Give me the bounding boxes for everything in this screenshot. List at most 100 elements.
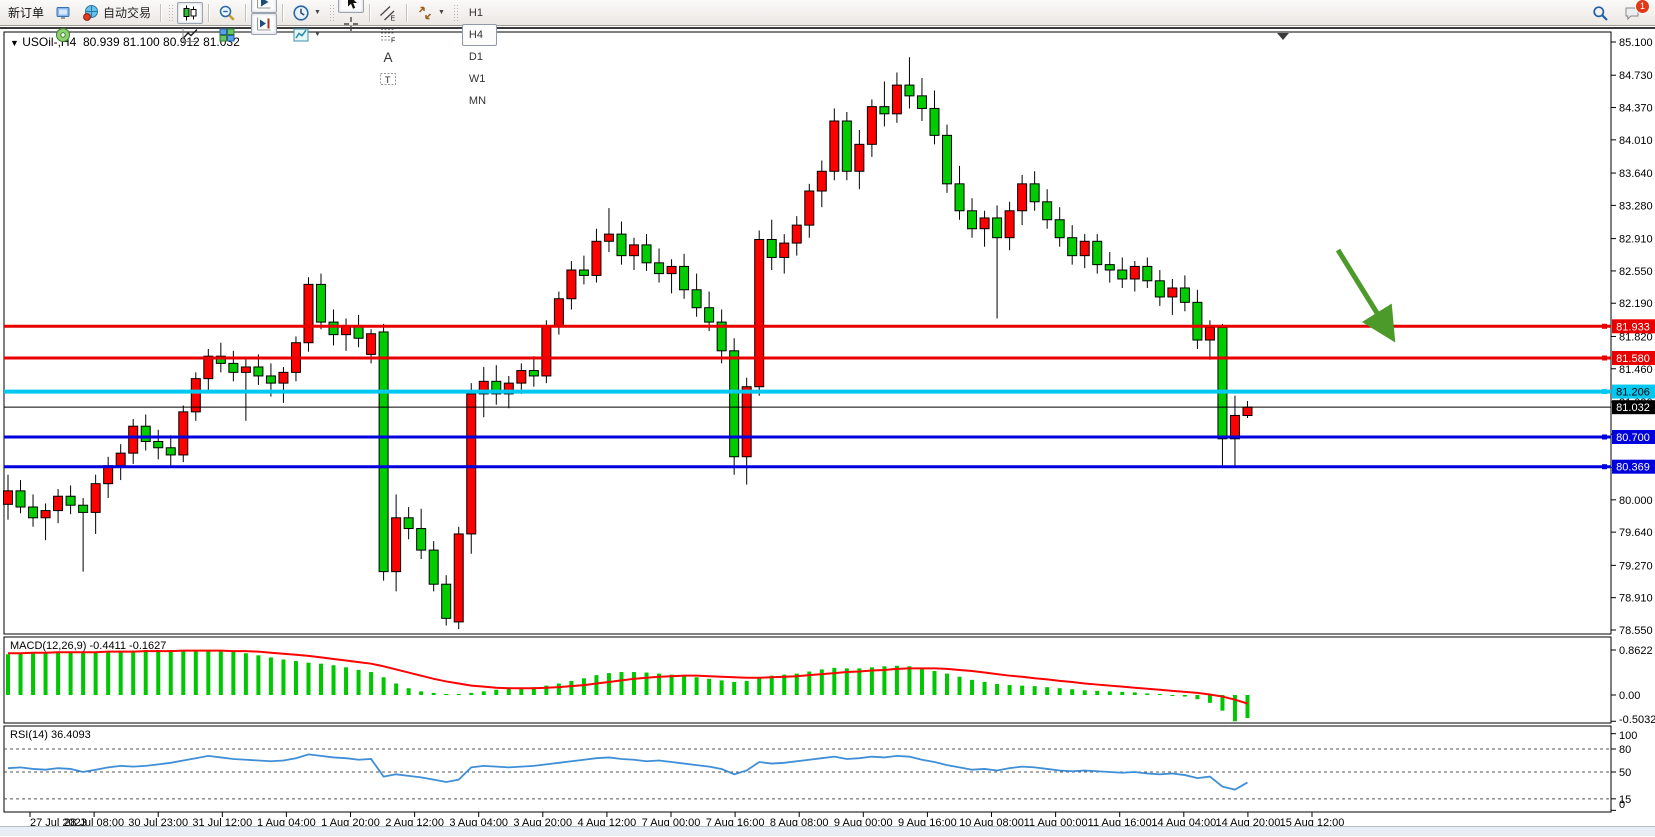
macd-bar xyxy=(144,650,148,695)
candle-body xyxy=(905,85,914,96)
macd-bar xyxy=(469,693,473,695)
chat-button[interactable]: 1 xyxy=(1619,2,1645,24)
price-tick-label: 85.100 xyxy=(1619,37,1653,49)
price-line-badge-label: 80.369 xyxy=(1616,462,1650,474)
macd-bar xyxy=(319,664,323,695)
candle-body xyxy=(917,96,926,109)
terminal-icon[interactable] xyxy=(50,2,76,24)
line-anchor xyxy=(1602,324,1607,329)
price-tick-label: 84.370 xyxy=(1619,103,1653,115)
candle-body xyxy=(467,394,476,534)
crosshair-button[interactable] xyxy=(338,13,364,35)
macd-bar xyxy=(1133,692,1137,695)
auto-scroll-button[interactable] xyxy=(251,0,277,13)
line-chart-button[interactable] xyxy=(177,24,203,46)
search-button[interactable] xyxy=(1587,2,1613,24)
text-button[interactable]: A xyxy=(375,46,401,68)
price-line-badge-label: 81.933 xyxy=(1616,321,1650,333)
candle-body xyxy=(617,234,626,256)
candle-body xyxy=(692,290,701,308)
candle-body xyxy=(930,108,939,135)
macd-bar xyxy=(1083,690,1087,695)
candle-body xyxy=(141,426,150,441)
timeframe-MN[interactable]: MN xyxy=(462,90,497,112)
candle-body xyxy=(4,491,13,504)
price-line-badge-label: 81.580 xyxy=(1616,353,1650,365)
candle-body xyxy=(16,491,25,507)
macd-bar xyxy=(682,676,686,695)
candle-body xyxy=(1043,202,1052,220)
macd-bar xyxy=(1108,691,1112,695)
macd-bar xyxy=(995,684,999,695)
price-tick-label: 82.910 xyxy=(1619,234,1653,246)
macd-bar xyxy=(419,691,423,695)
toolbar-separator xyxy=(208,4,209,22)
rsi-tick-label: 80 xyxy=(1619,744,1631,756)
macd-bar xyxy=(1170,695,1174,696)
label-button[interactable]: T xyxy=(375,68,401,90)
price-tick-label: 84.010 xyxy=(1619,135,1653,147)
timeframe-W1[interactable]: W1 xyxy=(462,68,497,90)
macd-bar xyxy=(69,652,73,695)
macd-bar xyxy=(94,652,98,695)
auto-trading-label: 自动交易 xyxy=(103,4,151,21)
candle-body xyxy=(1218,327,1227,438)
cursor-button[interactable] xyxy=(338,0,364,13)
candle-body xyxy=(680,266,689,289)
arrows-button[interactable]: ▼ xyxy=(412,2,449,24)
candle-body xyxy=(1243,407,1252,415)
macd-bar xyxy=(983,682,987,695)
candle-body xyxy=(830,121,839,171)
timeframe-H4[interactable]: H4 xyxy=(462,24,497,46)
signals-icon[interactable] xyxy=(50,24,76,46)
new-order-button[interactable]: 新订单 xyxy=(4,4,48,21)
candle-body xyxy=(1018,184,1027,211)
fibonacci-button[interactable]: F xyxy=(375,24,401,46)
price-tick-label: 80.000 xyxy=(1619,495,1653,507)
toolbar-grip xyxy=(168,4,173,22)
macd-bar xyxy=(1045,687,1049,695)
svg-text:T: T xyxy=(385,74,391,85)
macd-bar xyxy=(294,661,298,695)
candle-body xyxy=(1130,266,1139,279)
candle-body xyxy=(792,225,801,243)
zoom-out-button[interactable] xyxy=(214,2,240,24)
svg-text:F: F xyxy=(391,37,395,44)
macd-bar xyxy=(156,650,160,695)
chart-shift-button[interactable] xyxy=(251,13,277,35)
candlestick-chart-button[interactable] xyxy=(177,2,203,24)
auto-trading-button[interactable]: 自动交易 xyxy=(78,2,155,24)
toolbar-separator xyxy=(369,4,370,22)
candle-body xyxy=(943,135,952,183)
timeframe-D1[interactable]: D1 xyxy=(462,46,497,68)
macd-bar xyxy=(632,672,636,695)
macd-bar xyxy=(557,684,561,695)
macd-bar xyxy=(920,668,924,695)
candle-body xyxy=(129,426,138,453)
price-tick-label: 82.550 xyxy=(1619,266,1653,278)
macd-bar xyxy=(357,670,361,695)
one-click-trading-toggle[interactable]: ▼ xyxy=(10,38,19,48)
macd-bar xyxy=(1033,686,1037,695)
equidistant-channel-button[interactable]: E xyxy=(375,2,401,24)
timeframe-H1[interactable]: H1 xyxy=(462,2,497,24)
macd-bar xyxy=(6,654,10,695)
macd-bar xyxy=(106,651,110,695)
candle-body xyxy=(304,284,313,342)
macd-bar xyxy=(1070,689,1074,695)
macd-bar xyxy=(81,652,85,695)
candle-body xyxy=(54,496,63,510)
macd-bar xyxy=(344,667,348,695)
macd-bar xyxy=(645,673,649,695)
price-line-badge-label: 81.206 xyxy=(1616,387,1650,399)
templates-button[interactable]: ▼ xyxy=(288,24,325,46)
tile-windows-button[interactable] xyxy=(214,24,240,46)
macd-bar xyxy=(1145,693,1149,695)
chart-canvas[interactable]: 85.10084.73084.37084.01083.64083.28082.9… xyxy=(0,29,1655,837)
candle-body xyxy=(1155,281,1164,297)
periods-button[interactable]: ▼ xyxy=(288,2,325,24)
candle-body xyxy=(204,356,213,378)
macd-bar xyxy=(907,666,911,695)
candle-body xyxy=(41,511,50,518)
price-tick-label: 82.190 xyxy=(1619,298,1653,310)
